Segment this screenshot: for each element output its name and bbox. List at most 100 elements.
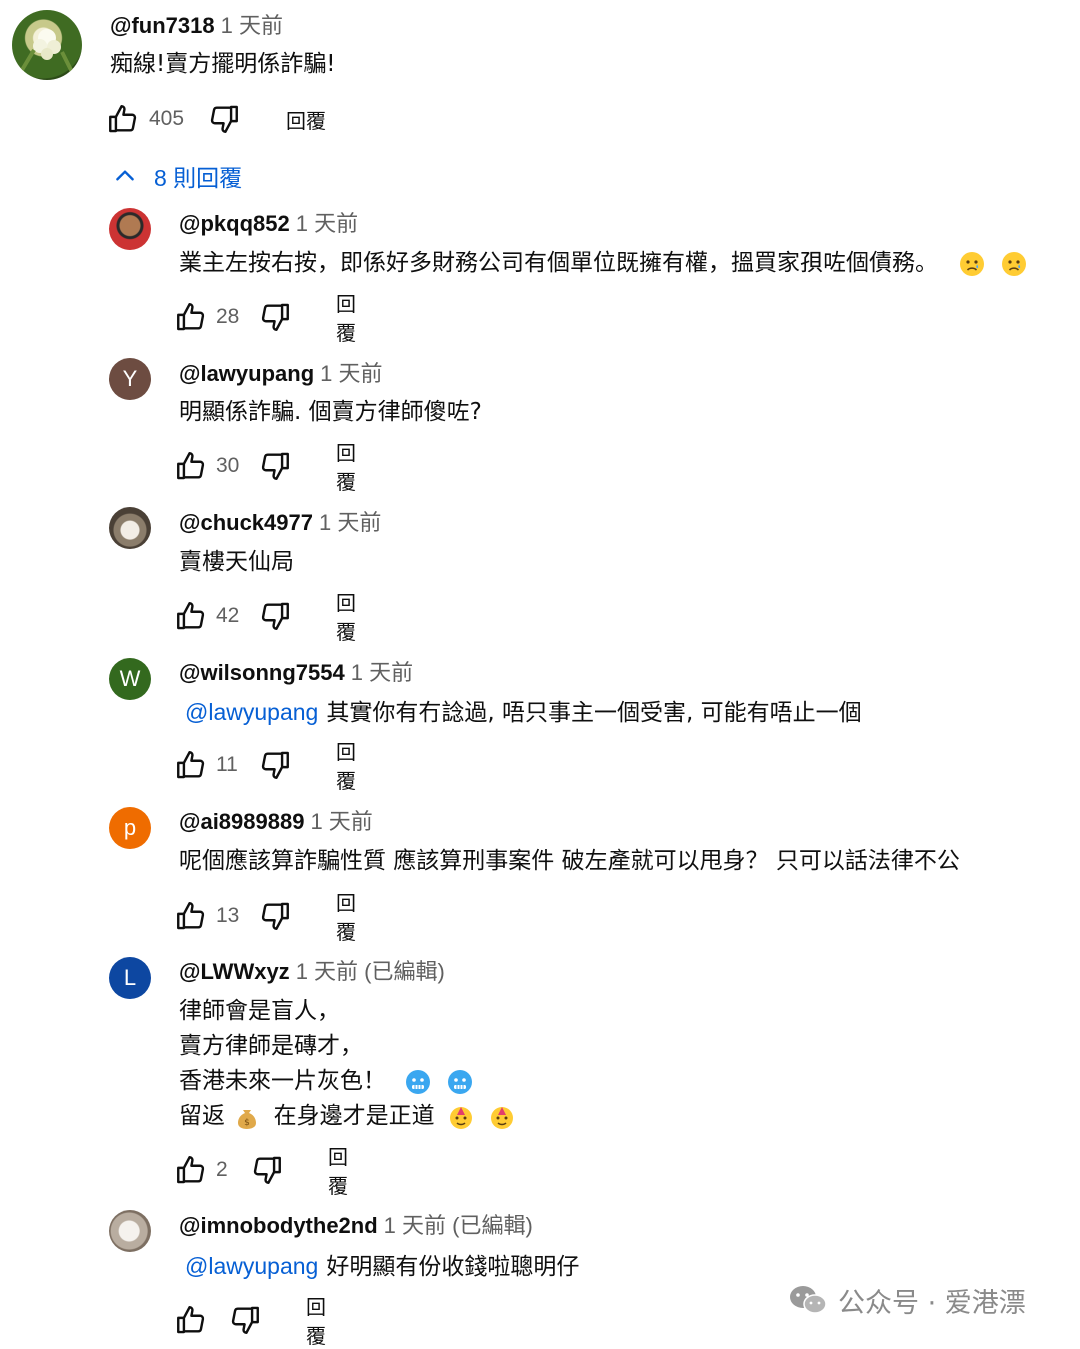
dislike-button[interactable] — [258, 299, 292, 335]
avatar[interactable]: p — [109, 807, 151, 849]
replies-toggle-label: 8 則回覆 — [154, 165, 243, 191]
like-button[interactable] — [174, 898, 208, 934]
comment-text-container: @lawyupang 其實你有冇諗過, 唔只事主一個受害, 可能有唔止一個 — [185, 695, 862, 731]
svg-text:$: $ — [244, 1118, 250, 1128]
comment-text-container: @lawyupang 好明顯有份收錢啦聰明仔 — [185, 1249, 579, 1285]
comment-actions: 405 回覆 — [105, 99, 326, 139]
comment-text-container: 業主左按右按，即係好多財務公司有個單位既擁有權，搵買家孭咗個債務。 — [179, 246, 1027, 281]
comment-time[interactable]: 1 天前 — [296, 211, 358, 236]
replies-toggle[interactable]: 8 則回覆 — [112, 158, 242, 194]
thumb-down-icon — [258, 599, 292, 633]
comment-text: 其實你有冇諗過, 唔只事主一個受害, 可能有唔止一個 — [326, 700, 862, 726]
comment-text-container: 留返 $ 在身邊才是正道 — [179, 1099, 515, 1134]
mention-link[interactable]: @lawyupang — [185, 699, 318, 725]
comment-text: 香港未來一片灰色！ — [179, 1068, 386, 1094]
crying-face-emoji-icon — [960, 251, 985, 276]
thumb-up-icon — [174, 899, 208, 933]
thumb-up-icon — [174, 599, 208, 633]
comment-time[interactable]: 1 天前 — [310, 809, 372, 834]
comment-time[interactable]: 1 天前 (已編輯) — [296, 959, 445, 984]
reply-button[interactable]: 回覆 — [336, 437, 363, 495]
dislike-button[interactable] — [258, 747, 292, 783]
thumb-down-icon — [250, 1153, 284, 1187]
comment-time[interactable]: 1 天前 (已編輯) — [384, 1213, 533, 1238]
comment-time[interactable]: 1 天前 — [221, 13, 283, 38]
avatar[interactable] — [12, 10, 82, 80]
dislike-button[interactable] — [250, 1152, 284, 1188]
comment-text: 明顯係詐騙. 個賣方律師傻咗? — [179, 399, 482, 425]
like-button[interactable] — [105, 101, 141, 137]
thumb-down-icon — [228, 1303, 262, 1337]
reply-button[interactable]: 回覆 — [336, 587, 363, 645]
thumb-up-icon — [174, 748, 208, 782]
like-button[interactable] — [174, 747, 208, 783]
dislike-button[interactable] — [258, 898, 292, 934]
avatar[interactable]: W — [109, 658, 151, 700]
comment-actions: 11 回覆 — [174, 740, 362, 793]
like-button[interactable] — [174, 448, 208, 484]
avatar[interactable] — [109, 507, 151, 549]
comment-thread: @fun7318 1 天前 痴線!賣方擺明係詐騙! 405 回覆 8 則回覆 @p… — [0, 0, 1080, 1348]
thumb-up-icon — [174, 1153, 208, 1187]
avatar[interactable] — [109, 208, 151, 250]
comment-text: 好明顯有份收錢啦聰明仔 — [326, 1254, 580, 1280]
reply-button[interactable]: 回覆 — [336, 288, 363, 346]
watermark: 公众号 · 爱港漂 — [788, 1280, 1026, 1320]
comment-author[interactable]: @wilsonng7554 — [179, 660, 345, 685]
avatar[interactable]: L — [109, 957, 151, 999]
comment-actions: 回覆 — [174, 1295, 330, 1348]
party-face-emoji-icon — [449, 1106, 472, 1129]
thumb-up-icon — [174, 300, 208, 334]
comment-actions: 42 回覆 — [174, 591, 363, 644]
comment-text: 留返 — [179, 1103, 225, 1129]
comment-actions: 28 回覆 — [174, 292, 363, 345]
comment-author[interactable]: @chuck4977 — [179, 510, 313, 535]
wechat-icon — [790, 1286, 827, 1314]
comment-author[interactable]: @lawyupang — [179, 361, 314, 386]
like-button[interactable] — [174, 598, 208, 634]
thumb-up-icon — [174, 1303, 208, 1337]
like-count: 11 — [216, 753, 238, 776]
dislike-button[interactable] — [258, 598, 292, 634]
comment-author[interactable]: @LWWxyz — [179, 959, 290, 984]
reply-button[interactable]: 回覆 — [336, 887, 363, 945]
reply-button[interactable]: 回覆 — [336, 736, 362, 794]
like-count: 30 — [216, 454, 240, 477]
comment-time[interactable]: 1 天前 — [351, 660, 413, 685]
like-count: 28 — [216, 305, 240, 328]
dislike-button[interactable] — [206, 101, 242, 137]
comment-author[interactable]: @fun7318 — [110, 13, 215, 38]
avatar[interactable] — [109, 1210, 151, 1252]
avatar-letter: p — [123, 815, 137, 840]
cold-face-emoji-icon — [406, 1069, 431, 1094]
avatar[interactable]: Y — [109, 358, 151, 400]
comment-actions: 30 回覆 — [174, 441, 363, 494]
like-button[interactable] — [174, 1152, 208, 1188]
comment-author[interactable]: @pkqq852 — [179, 211, 290, 236]
reply-button[interactable]: 回覆 — [286, 105, 326, 134]
like-count: 42 — [216, 604, 240, 627]
comment-time[interactable]: 1 天前 — [320, 361, 382, 386]
avatar-letter: L — [123, 965, 137, 990]
comment-text: 痴線!賣方擺明係詐騙! — [110, 51, 336, 77]
avatar-letter: Y — [122, 366, 138, 391]
like-count: 13 — [216, 904, 240, 927]
reply-button[interactable]: 回覆 — [328, 1141, 352, 1199]
comment-text: 律師會是盲人， — [179, 998, 340, 1024]
comment-time[interactable]: 1 天前 — [319, 510, 381, 535]
comment-author[interactable]: @ai8989889 — [179, 809, 304, 834]
comment-text: 呢個應該算詐騙性質 應該算刑事案件 破左產就可以甩身？ 只可以話法律不公 — [179, 848, 960, 874]
watermark-text: 公众号 · 爱港漂 — [838, 1287, 1026, 1319]
reply-button[interactable]: 回覆 — [306, 1291, 330, 1349]
thumb-down-icon — [207, 102, 241, 136]
comment-text: 賣方律師是磚才， — [179, 1033, 363, 1059]
like-button[interactable] — [174, 1302, 208, 1338]
party-face-emoji-icon — [491, 1106, 514, 1129]
avatar-letter: W — [119, 666, 141, 691]
dislike-button[interactable] — [258, 448, 292, 484]
like-button[interactable] — [174, 299, 208, 335]
comment-author[interactable]: @imnobodythe2nd — [179, 1213, 378, 1238]
thumb-down-icon — [258, 300, 292, 334]
dislike-button[interactable] — [228, 1302, 262, 1338]
mention-link[interactable]: @lawyupang — [185, 1253, 318, 1279]
